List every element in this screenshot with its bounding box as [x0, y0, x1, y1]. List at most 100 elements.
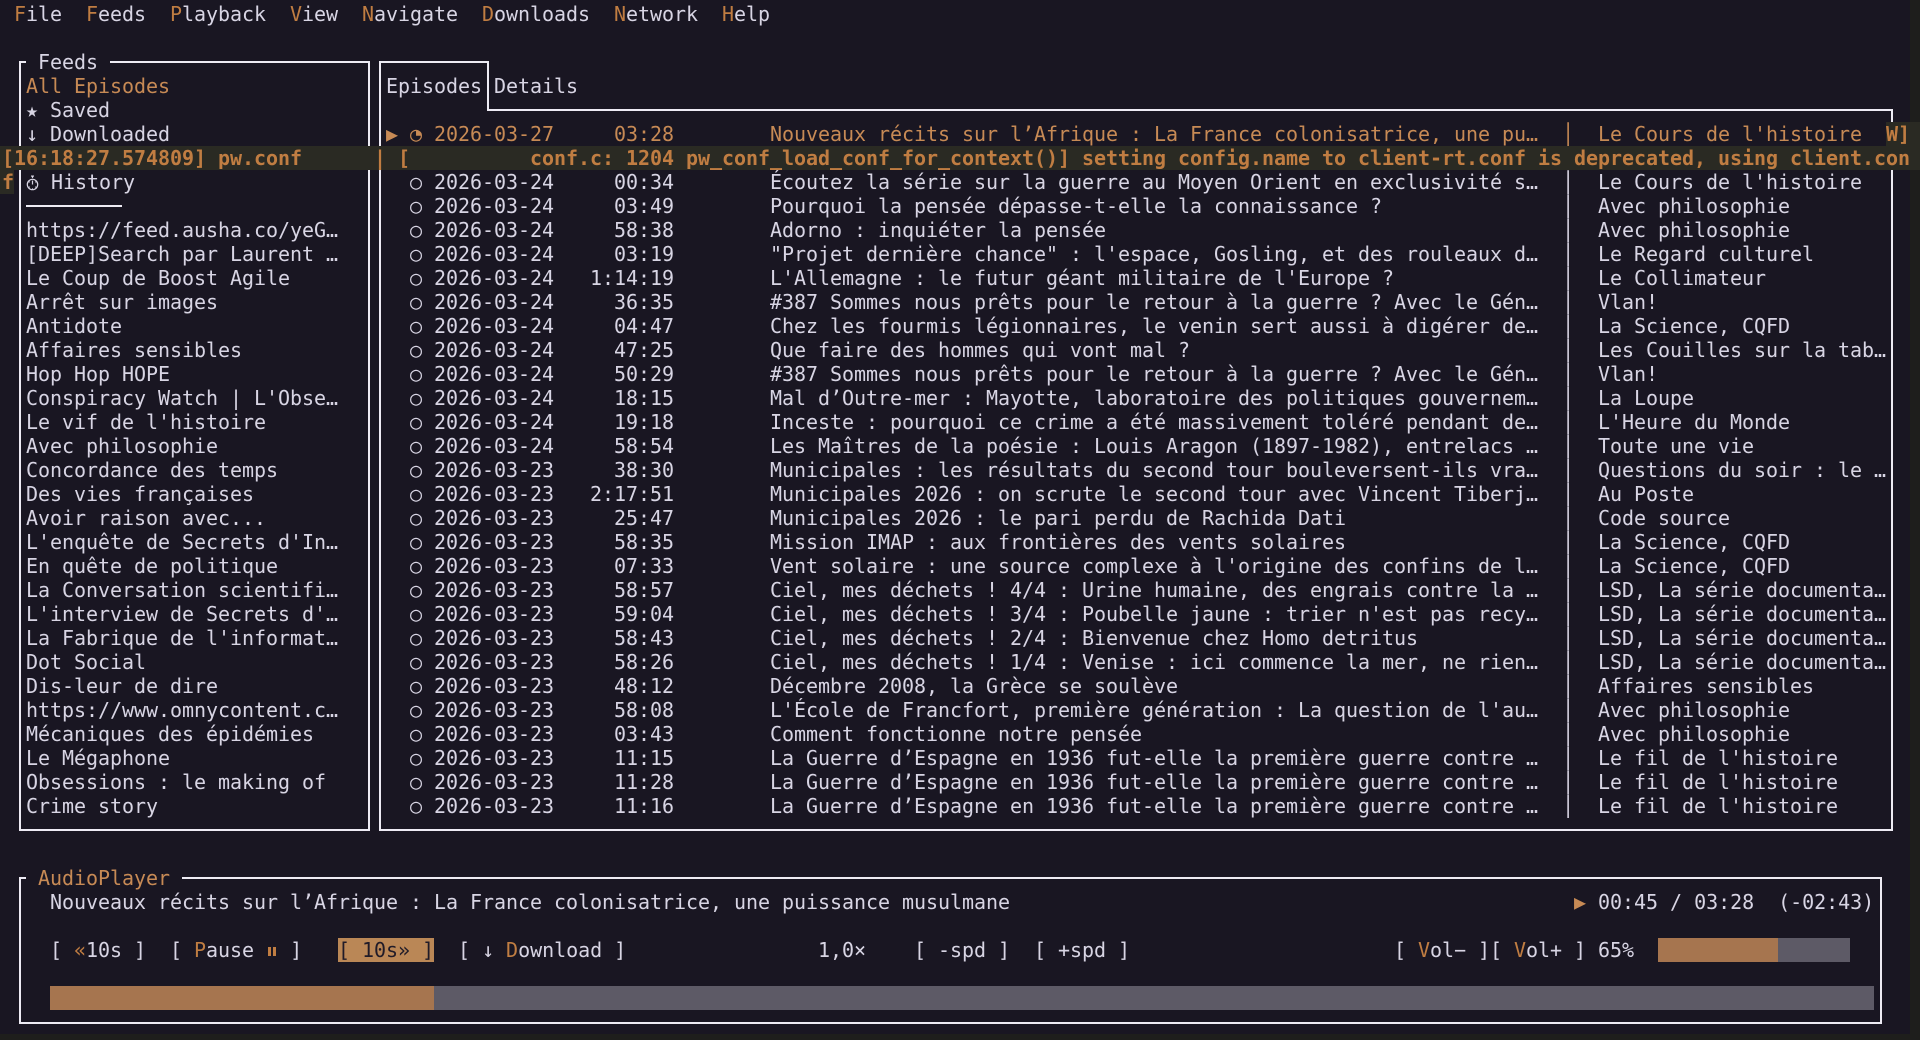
volume-down-button[interactable]: [ Vol− ] [1394, 938, 1490, 962]
episode-date: 2026-03-24 [434, 410, 554, 434]
episode-column-separator: │ [1562, 218, 1574, 242]
feeds-view-downloaded[interactable]: ↓ Downloaded [26, 122, 170, 146]
episode-feed: Le Cours de l'histoire [1598, 122, 1862, 146]
menu-item-feeds[interactable]: Feeds [86, 2, 146, 26]
episode-unplayed-icon: ○ [410, 266, 422, 290]
menu-item-label: iew [302, 2, 338, 26]
episode-date: 2026-03-23 [434, 482, 554, 506]
feeds-view-history[interactable]: History [26, 170, 135, 194]
pause-button-bracket: [ [170, 938, 194, 962]
rewind-button[interactable]: [ «10s ] [50, 938, 146, 962]
volume-up-hotkey: V [1514, 938, 1526, 962]
menu-item-label: eeds [98, 2, 146, 26]
audioplayer-title-patch: AudioPlayer [26, 866, 182, 890]
episode-title: "Projet dernière chance" : l'espace, Gos… [770, 242, 1538, 266]
episode-column-separator: │ [1562, 122, 1574, 146]
clock-icon [26, 175, 39, 191]
pause-button[interactable]: [ Pause ] [170, 938, 302, 962]
episode-feed: LSD, La série documenta… [1598, 578, 1886, 602]
menu-item-network[interactable]: Network [614, 2, 698, 26]
menu-item-file[interactable]: File [14, 2, 62, 26]
feed-item[interactable]: Le vif de l'histoire [26, 410, 266, 434]
episode-title: #387 Sommes nous prêts pour le retour à … [770, 362, 1538, 386]
episode-playing-icon: ◔ [410, 122, 422, 146]
episode-title: Que faire des hommes qui vont mal ? [770, 338, 1190, 362]
episode-title: Pourquoi la pensée dépasse-t-elle la con… [770, 194, 1382, 218]
episode-unplayed-icon: ○ [410, 482, 422, 506]
feed-item[interactable]: https://feed.ausha.co/yeG… [26, 218, 338, 242]
menu-item-navigate[interactable]: Navigate [362, 2, 458, 26]
episode-date: 2026-03-23 [434, 554, 554, 578]
feed-item[interactable]: Des vies françaises [26, 482, 254, 506]
feed-item[interactable]: Crime story [26, 794, 158, 818]
episode-unplayed-icon: ○ [410, 722, 422, 746]
feed-item[interactable]: Le Mégaphone [26, 746, 170, 770]
episode-duration: 03:19 [554, 242, 674, 266]
episode-duration: 2:17:51 [554, 482, 674, 506]
episode-unplayed-icon: ○ [410, 194, 422, 218]
episode-duration: 03:28 [554, 122, 674, 146]
progress-bar[interactable] [50, 986, 1874, 1010]
episode-column-separator: │ [1562, 242, 1574, 266]
episode-duration: 48:12 [554, 674, 674, 698]
forward-button[interactable]: [ 10s» ] [338, 938, 434, 962]
feed-item[interactable]: Affaires sensibles [26, 338, 242, 362]
episode-duration: 36:35 [554, 290, 674, 314]
feeds-view-saved[interactable]: ★ Saved [26, 98, 110, 122]
feed-item[interactable]: Obsessions : le making of [26, 770, 326, 794]
feed-item[interactable]: En quête de politique [26, 554, 278, 578]
episode-title: Les Maîtres de la poésie : Louis Aragon … [770, 434, 1538, 458]
download-button[interactable]: [ ↓ Download ] [458, 938, 626, 962]
speed-up-button[interactable]: [ +spd ] [1034, 938, 1130, 962]
feed-item[interactable]: Mécaniques des épidémies [26, 722, 314, 746]
feed-item[interactable]: Le Coup de Boost Agile [26, 266, 290, 290]
episode-unplayed-icon: ○ [410, 578, 422, 602]
feed-item[interactable]: [DEEP]Search par Laurent … [26, 242, 338, 266]
menu-item-help[interactable]: Help [722, 2, 770, 26]
feed-item[interactable]: https://www.omnycontent.c… [26, 698, 338, 722]
tab-episodes[interactable]: Episodes [386, 74, 482, 98]
speed-down-button[interactable]: [ -spd ] [914, 938, 1010, 962]
episode-unplayed-icon: ○ [410, 386, 422, 410]
volume-bar-fill [1658, 938, 1778, 962]
episode-feed: La Science, CQFD [1598, 314, 1790, 338]
feeds-view-all-episodes[interactable]: All Episodes [26, 74, 170, 98]
episode-date: 2026-03-23 [434, 722, 554, 746]
feed-item[interactable]: Dis-leur de dire [26, 674, 218, 698]
episode-feed: Avec philosophie [1598, 722, 1790, 746]
feed-item[interactable]: La Fabrique de l'informat… [26, 626, 338, 650]
menu-item-label: etwork [626, 2, 698, 26]
episode-duration: 25:47 [554, 506, 674, 530]
menu-item-downloads[interactable]: Downloads [482, 2, 590, 26]
feed-item[interactable]: Dot Social [26, 650, 146, 674]
terminal-padding-bottom [0, 1034, 1920, 1040]
episode-column-separator: │ [1562, 482, 1574, 506]
volume-down-bracket-close: ] [1466, 938, 1490, 962]
feed-item[interactable]: L'enquête de Secrets d'In… [26, 530, 338, 554]
episode-title: #387 Sommes nous prêts pour le retour à … [770, 290, 1538, 314]
menu-item-playback[interactable]: Playback [170, 2, 266, 26]
episode-unplayed-icon: ○ [410, 290, 422, 314]
episode-duration: 47:25 [554, 338, 674, 362]
episode-column-separator: │ [1562, 722, 1574, 746]
feed-item[interactable]: L'interview de Secrets d'… [26, 602, 338, 626]
feed-item[interactable]: Hop Hop HOPE [26, 362, 170, 386]
episode-feed: Au Poste [1598, 482, 1694, 506]
episode-feed: Avec philosophie [1598, 194, 1790, 218]
volume-bar[interactable] [1658, 938, 1850, 962]
episode-date: 2026-03-27 [434, 122, 554, 146]
feed-item[interactable]: Arrêt sur images [26, 290, 218, 314]
feed-item[interactable]: La Conversation scientifi… [26, 578, 338, 602]
feed-item[interactable]: Avoir raison avec... [26, 506, 266, 530]
menu-item-view[interactable]: View [290, 2, 338, 26]
tab-details[interactable]: Details [494, 74, 578, 98]
feed-item[interactable]: Concordance des temps [26, 458, 278, 482]
episode-duration: 58:08 [554, 698, 674, 722]
episode-column-separator: │ [1562, 626, 1574, 650]
feed-item[interactable]: Avec philosophie [26, 434, 218, 458]
episode-duration: 00:34 [554, 170, 674, 194]
volume-up-button[interactable]: [ Vol+ ] [1490, 938, 1586, 962]
feed-item[interactable]: Antidote [26, 314, 122, 338]
feed-item[interactable]: Conspiracy Watch | L'Obse… [26, 386, 338, 410]
episode-feed: Le Collimateur [1598, 266, 1766, 290]
